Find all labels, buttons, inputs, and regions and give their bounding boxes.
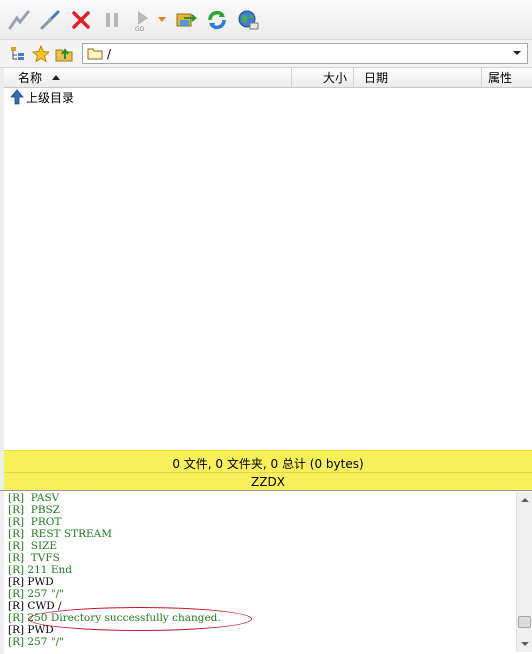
column-header: 名称 大小 日期 属性 (4, 68, 532, 88)
log-line: [R] 211 End (8, 564, 72, 576)
favorites-star-icon[interactable] (31, 44, 51, 64)
stop-icon[interactable] (68, 7, 94, 33)
column-size[interactable]: 大小 (292, 68, 354, 88)
svg-text:GO: GO (135, 26, 145, 32)
scroll-up-icon (521, 498, 529, 502)
column-attributes[interactable]: 属性 (482, 68, 532, 88)
scroll-down-button[interactable] (517, 636, 532, 652)
list-item[interactable]: 上级目录 (4, 88, 532, 106)
column-name[interactable]: 名称 (4, 68, 292, 88)
path-combobox[interactable]: / (82, 43, 528, 64)
scroll-thumb[interactable] (518, 616, 531, 628)
pane-splitter[interactable] (0, 490, 532, 491)
log-line: [R] 257 "/" (8, 588, 65, 600)
log-line: [R] PBSZ (8, 504, 61, 516)
column-size-label: 大小 (322, 71, 347, 85)
column-name-label: 名称 (18, 71, 43, 85)
log-line: [R] 257 "/" (8, 636, 65, 648)
highlight-ellipse-annotation (28, 607, 252, 631)
list-item-label: 上级目录 (26, 90, 75, 105)
log-line: [R] SIZE (8, 540, 58, 552)
play-go-icon[interactable]: GO (130, 7, 156, 33)
column-date-label: 日期 (364, 71, 389, 85)
scroll-up-button[interactable] (517, 492, 532, 508)
column-attr-label: 属性 (488, 71, 513, 85)
column-date[interactable]: 日期 (354, 68, 482, 88)
chevron-down-icon[interactable] (509, 44, 525, 63)
connect-icon[interactable] (6, 7, 32, 33)
log-line: [R] TVFS (8, 552, 60, 564)
scroll-down-icon (521, 642, 529, 646)
log-line: [R] PROT (8, 516, 62, 528)
file-list: 上级目录 (4, 88, 532, 450)
sort-ascending-icon (52, 75, 61, 80)
status-summary: 0 文件, 0 文件夹, 0 总计 (0 bytes) (172, 457, 364, 471)
up-arrow-icon (10, 89, 24, 105)
folder-icon (87, 47, 103, 60)
refresh-icon[interactable] (204, 7, 230, 33)
tree-view-icon[interactable] (8, 44, 28, 64)
address-bar: / (0, 40, 532, 68)
globe-icon[interactable] (235, 7, 261, 33)
transfer-icon[interactable] (173, 7, 199, 33)
log-line: [R] PASV (8, 492, 60, 504)
log-line: [R] PWD (8, 576, 54, 588)
status-panel: 0 文件, 0 文件夹, 0 总计 (0 bytes) ZZDX (4, 450, 532, 490)
pause-icon[interactable] (99, 7, 125, 33)
up-folder-icon[interactable] (54, 44, 74, 64)
status-site-name: ZZDX (4, 472, 532, 491)
log-line: [R] REST STREAM (8, 528, 112, 540)
disconnect-icon[interactable] (37, 7, 63, 33)
dropdown-arrow-icon[interactable] (156, 7, 168, 33)
path-text: / (107, 46, 112, 61)
log-scrollbar[interactable] (516, 492, 532, 652)
toolbar: GO (0, 0, 532, 40)
